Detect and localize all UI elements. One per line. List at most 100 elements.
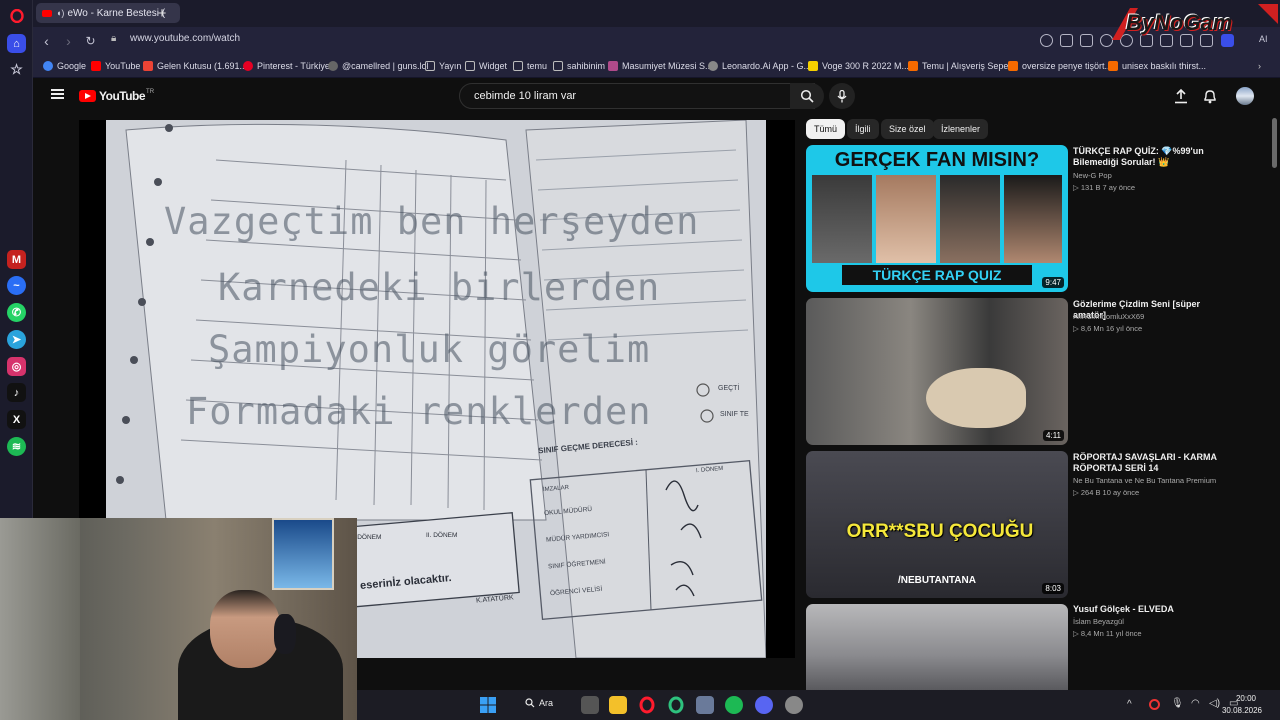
volume-icon[interactable]: ◁) — [1209, 698, 1220, 709]
voice-search-button[interactable] — [829, 83, 855, 109]
chip-related[interactable]: İlgili — [847, 119, 879, 139]
bookmark-item[interactable]: Pinterest - Türkiye — [243, 59, 330, 73]
search-input[interactable]: cebimde 10 liram var ✕ — [459, 83, 815, 109]
lyric-line-4: Formadaki renklerden — [186, 390, 652, 433]
thumbnail-caption: ORR**SBU ÇOCUĞU — [846, 521, 1034, 542]
recommendation-channel[interactable]: New-G Pop — [1073, 171, 1112, 180]
gmail-icon[interactable]: M — [7, 250, 26, 269]
tab-title: eWo - Karne Bestesi ( — [67, 7, 166, 19]
chip-watched[interactable]: İzlenenler — [933, 119, 989, 139]
address-bar[interactable]: www.youtube.com/watch — [130, 33, 240, 44]
account-avatar[interactable] — [1236, 87, 1254, 105]
recommendation-title[interactable]: TÜRKÇE RAP QUİZ: 💎%99'un Bilemediği Soru… — [1073, 146, 1233, 168]
task-view-icon[interactable] — [581, 696, 599, 714]
reload-icon[interactable]: ↻ — [81, 31, 100, 50]
instagram-icon[interactable]: ◎ — [7, 357, 26, 376]
bookmark-item[interactable]: YouTube — [91, 59, 140, 73]
bookmark-folder[interactable]: Widget — [465, 59, 507, 73]
headphones-icon — [274, 614, 296, 654]
chip-all[interactable]: Tümü — [806, 119, 846, 139]
x-icon[interactable]: X — [7, 410, 26, 429]
recommendation-thumbnail[interactable]: GERÇEK FAN MISIN? TÜRKÇE RAP QUIZ 9:47 — [806, 145, 1068, 292]
taskbar-search[interactable]: Ara — [525, 698, 553, 708]
tab-strip: ◖) eWo - Karne Bestesi ( + — [33, 0, 1280, 27]
telegram-icon[interactable]: ➤ — [7, 330, 26, 349]
spotify-icon[interactable]: ≋ — [7, 437, 26, 456]
opera-gx-icon[interactable] — [667, 696, 685, 714]
taskbar-search-label: Ara — [539, 698, 554, 708]
forward-icon[interactable]: › — [59, 31, 78, 50]
thumbnail-person — [1004, 175, 1062, 263]
recommendation-channel[interactable]: İslam Beyazgül — [1073, 617, 1124, 626]
file-explorer-icon[interactable] — [609, 696, 627, 714]
bookmark-item[interactable]: Google — [43, 59, 86, 73]
recommendation-meta: ▷ 8,6 Mn 16 yıl önce — [1073, 324, 1143, 333]
webcam-person-head — [210, 590, 280, 668]
star-icon[interactable]: ☆ — [7, 60, 26, 79]
address-bar-row: ‹ › ↻ 🔒︎ www.youtube.com/watch AI — [33, 27, 1280, 54]
recommendation-thumbnail[interactable] — [806, 604, 1068, 690]
recommendation-thumbnail[interactable]: 4:11 — [806, 298, 1068, 445]
youtube-logo[interactable]: YouTube TR — [79, 89, 154, 103]
tray-app-icon[interactable] — [1149, 699, 1160, 710]
upload-icon[interactable] — [1174, 88, 1188, 109]
settings-gear-icon[interactable] — [785, 696, 803, 714]
search-icon[interactable] — [1040, 34, 1053, 47]
bookmark-folder[interactable]: sahibinim — [553, 59, 605, 73]
spotify-icon[interactable] — [725, 696, 743, 714]
bookmark-item[interactable]: Gelen Kutusu (1.691... — [143, 59, 247, 73]
home-icon[interactable]: ⌂ — [7, 34, 26, 53]
app-icon[interactable] — [696, 696, 714, 714]
opera-logo-icon[interactable] — [7, 6, 26, 25]
recommendation-channel[interactable]: Ne Bu Tantana ve Ne Bu Tantana Premium — [1073, 476, 1216, 485]
opera-icon[interactable] — [638, 696, 656, 714]
watermark-text: ByNoGam — [1126, 10, 1233, 35]
search-button[interactable] — [790, 83, 824, 109]
bookmark-item[interactable]: oversize penye tişört... — [1008, 59, 1112, 73]
scrollbar-thumb[interactable] — [1272, 118, 1277, 168]
discord-icon[interactable] — [755, 696, 773, 714]
bookmark-item[interactable]: unisex baskılı thirst... — [1108, 59, 1206, 73]
windows-start-icon[interactable] — [479, 696, 497, 714]
bookmark-item[interactable]: Masumiyet Müzesi S... — [608, 59, 713, 73]
share-icon[interactable] — [1060, 34, 1073, 47]
recommendation-channel[interactable]: XxXCiimbomluXxX69 — [1073, 312, 1144, 321]
notifications-bell-icon[interactable] — [1203, 88, 1217, 109]
recommendation-thumbnail[interactable]: ORR**SBU ÇOCUĞU /NEBUTANTANA 8:03 — [806, 451, 1068, 598]
bookmark-item[interactable]: Leonardo.Ai App - G... — [708, 59, 811, 73]
speaker-icon[interactable]: ◖) — [56, 8, 64, 18]
region-code: TR — [146, 89, 155, 95]
clock-date[interactable]: 30.08.2026 — [1222, 706, 1262, 715]
new-tab-button[interactable]: + — [153, 4, 171, 22]
wifi-icon[interactable]: ◠ — [1191, 698, 1200, 709]
thumbnail-person — [940, 175, 1000, 263]
bookmark-folder[interactable]: Yayın — [425, 59, 461, 73]
recommendation-title[interactable]: RÖPORTAJ SAVAŞLARI - KARMA RÖPORTAJ SERİ… — [1073, 452, 1233, 474]
recommendation-meta: ▷ 8,4 Mn 11 yıl önce — [1073, 629, 1142, 638]
bookmark-item[interactable]: Temu | Alışveriş Sepeti — [908, 59, 1013, 73]
camera-icon[interactable] — [1080, 34, 1093, 47]
lyric-line-1: Vazgeçtim ben herşeyden — [164, 200, 700, 243]
messenger-icon[interactable]: ~ — [7, 276, 26, 295]
hamburger-menu-icon[interactable] — [51, 89, 64, 99]
museum-icon — [608, 61, 618, 71]
microphone-icon[interactable]: 🎙︎ — [1171, 698, 1184, 709]
whatsapp-icon[interactable]: ✆ — [7, 303, 26, 322]
bookmark-item[interactable]: @camellred | guns.lol — [328, 59, 429, 73]
youtube-icon — [91, 61, 101, 71]
chevron-up-icon[interactable]: ^ — [1127, 699, 1132, 710]
folder-icon — [553, 61, 563, 71]
clock-time[interactable]: 20:00 — [1236, 694, 1256, 703]
gmail-icon — [143, 61, 153, 71]
bookmarks-overflow-icon[interactable]: › — [1258, 59, 1261, 73]
lyric-line-3: Şampiyonluk görelim — [208, 328, 651, 371]
tiktok-icon[interactable]: ♪ — [7, 383, 26, 402]
back-icon[interactable]: ‹ — [37, 31, 56, 50]
recommendation-title[interactable]: Yusuf Gölçek - ELVEDA — [1073, 604, 1233, 615]
bookmark-item[interactable]: Voge 300 R 2022 M... — [808, 59, 909, 73]
chip-for-you[interactable]: Size özel — [881, 119, 934, 139]
column-header-3: II. DÖNEM — [426, 532, 458, 539]
youtube-play-icon — [79, 90, 96, 102]
lyric-line-2: Karnedeki birlerden — [218, 266, 661, 309]
bookmark-folder[interactable]: temu — [513, 59, 547, 73]
